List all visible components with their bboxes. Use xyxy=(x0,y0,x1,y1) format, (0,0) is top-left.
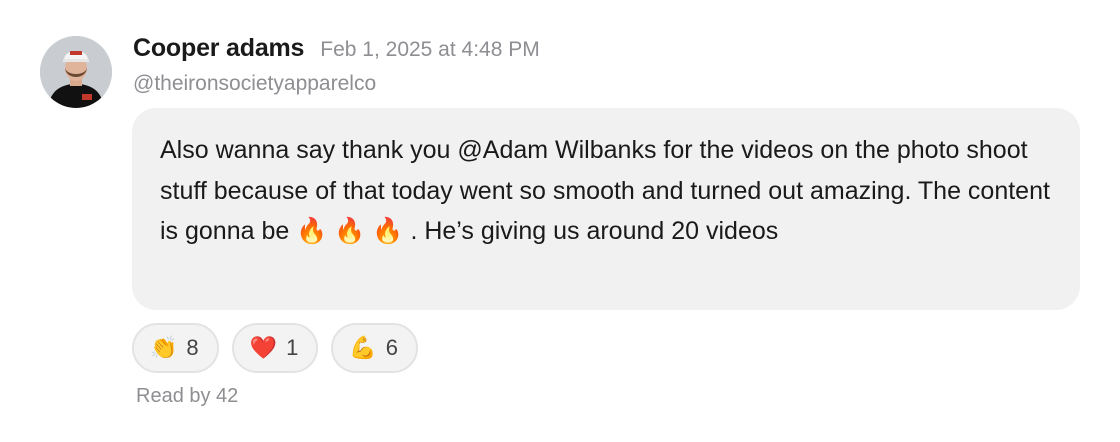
reaction-muscle[interactable]: 💪 6 xyxy=(331,323,418,373)
clapping-hands-icon: 👏 xyxy=(150,335,178,360)
person-avatar-icon xyxy=(40,36,112,108)
reaction-count: 6 xyxy=(385,335,398,360)
reactions-bar: 👏 8 ❤️ 1 💪 6 xyxy=(132,323,418,373)
reaction-count: 1 xyxy=(286,335,299,360)
avatar[interactable] xyxy=(40,36,112,108)
message-text: Also wanna say thank you @Adam Wilbanks … xyxy=(160,136,1050,245)
flexed-biceps-icon: 💪 xyxy=(349,335,377,360)
post-header: Cooper adams Feb 1, 2025 at 4:48 PM xyxy=(133,34,540,70)
author-handle[interactable]: @theironsocietyapparelco xyxy=(133,72,376,96)
timestamp: Feb 1, 2025 at 4:48 PM xyxy=(320,38,540,61)
red-heart-icon: ❤️ xyxy=(249,335,278,360)
reaction-clap[interactable]: 👏 8 xyxy=(132,323,219,373)
author-name[interactable]: Cooper adams xyxy=(133,34,304,63)
message-post: Cooper adams Feb 1, 2025 at 4:48 PM @the… xyxy=(0,0,1120,442)
read-receipt[interactable]: Read by 42 xyxy=(136,385,238,408)
message-bubble: Also wanna say thank you @Adam Wilbanks … xyxy=(132,108,1080,310)
reaction-heart[interactable]: ❤️ 1 xyxy=(231,323,319,373)
reaction-count: 8 xyxy=(186,335,199,360)
